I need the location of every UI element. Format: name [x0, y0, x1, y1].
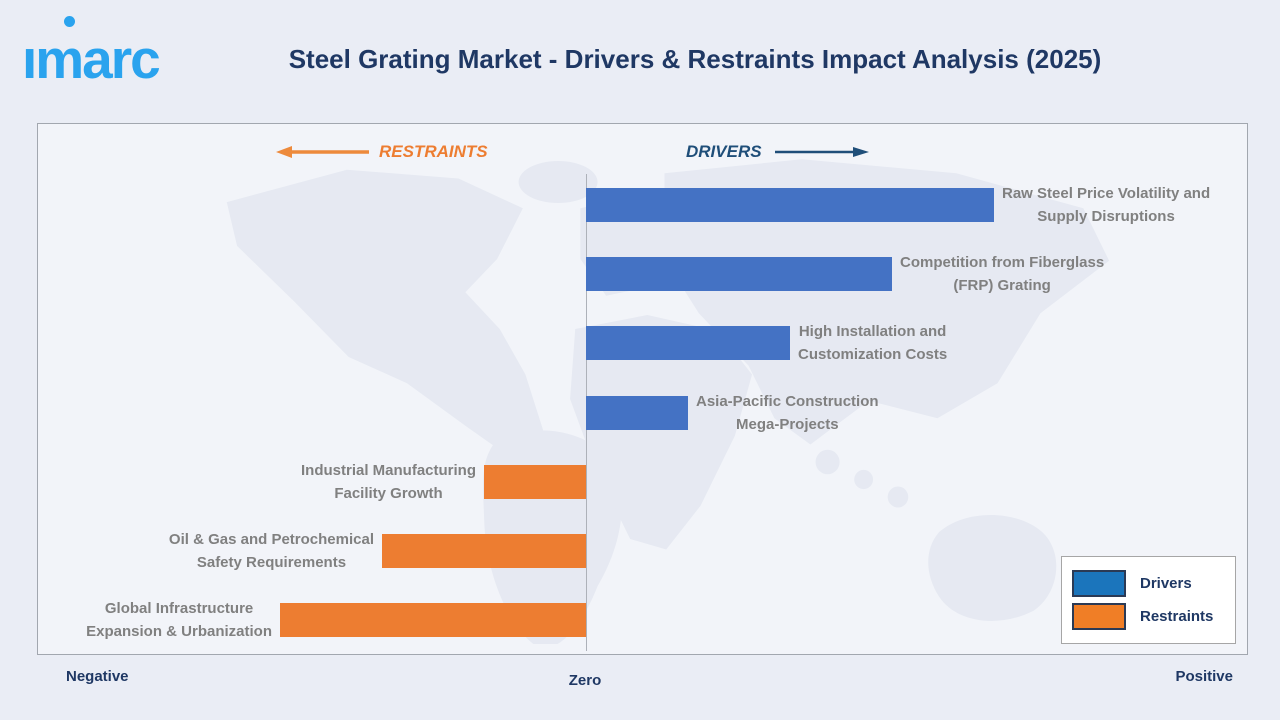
legend-box: Drivers Restraints	[1061, 556, 1236, 644]
restraint-bar	[484, 465, 586, 499]
legend-label-drivers: Drivers	[1140, 575, 1192, 592]
page-title: Steel Grating Market - Drivers & Restrai…	[288, 44, 1102, 74]
imarc-logo: ımarc	[22, 16, 222, 92]
bar-label: High Installation and Customization Costs	[798, 323, 948, 363]
restraints-section-header: RESTRAINTS	[379, 142, 488, 161]
bar-label: Global Infrastructure Expansion & Urbaniz…	[86, 600, 272, 640]
drivers-arrow-icon	[775, 147, 869, 157]
legend-item-drivers: Drivers	[1072, 570, 1192, 597]
drivers-section-header: DRIVERS	[686, 142, 762, 161]
axis-label-zero: Zero	[568, 672, 602, 689]
drivers-swatch-icon	[1072, 570, 1126, 597]
restraints-swatch-icon	[1072, 603, 1126, 630]
bar-label: Asia-Pacific Construction Mega-Projects	[696, 393, 879, 433]
restraints-arrow-icon	[276, 146, 369, 158]
restraint-bar	[280, 603, 586, 637]
legend-label-restraints: Restraints	[1140, 608, 1214, 625]
driver-bar	[586, 257, 892, 291]
driver-bar	[586, 326, 790, 360]
bar-label: Industrial Manufacturing Facility Growth	[300, 462, 476, 502]
imarc-logo-word: ımarc	[22, 28, 161, 90]
imarc-logo-dot-icon	[64, 16, 75, 27]
driver-bar	[586, 188, 994, 222]
axis-label-negative: Negative	[66, 668, 129, 685]
axis-label-positive: Positive	[1175, 668, 1233, 685]
bar-label: Competition from Fiberglass (FRP) Grating	[900, 254, 1105, 294]
restraint-bar	[382, 534, 586, 568]
bar-label: Raw Steel Price Volatility and Supply Dis…	[1002, 185, 1211, 225]
legend-item-restraints: Restraints	[1072, 603, 1213, 630]
driver-bar	[586, 396, 688, 430]
bar-label: Oil & Gas and Petrochemical Safety Requir…	[168, 531, 374, 571]
